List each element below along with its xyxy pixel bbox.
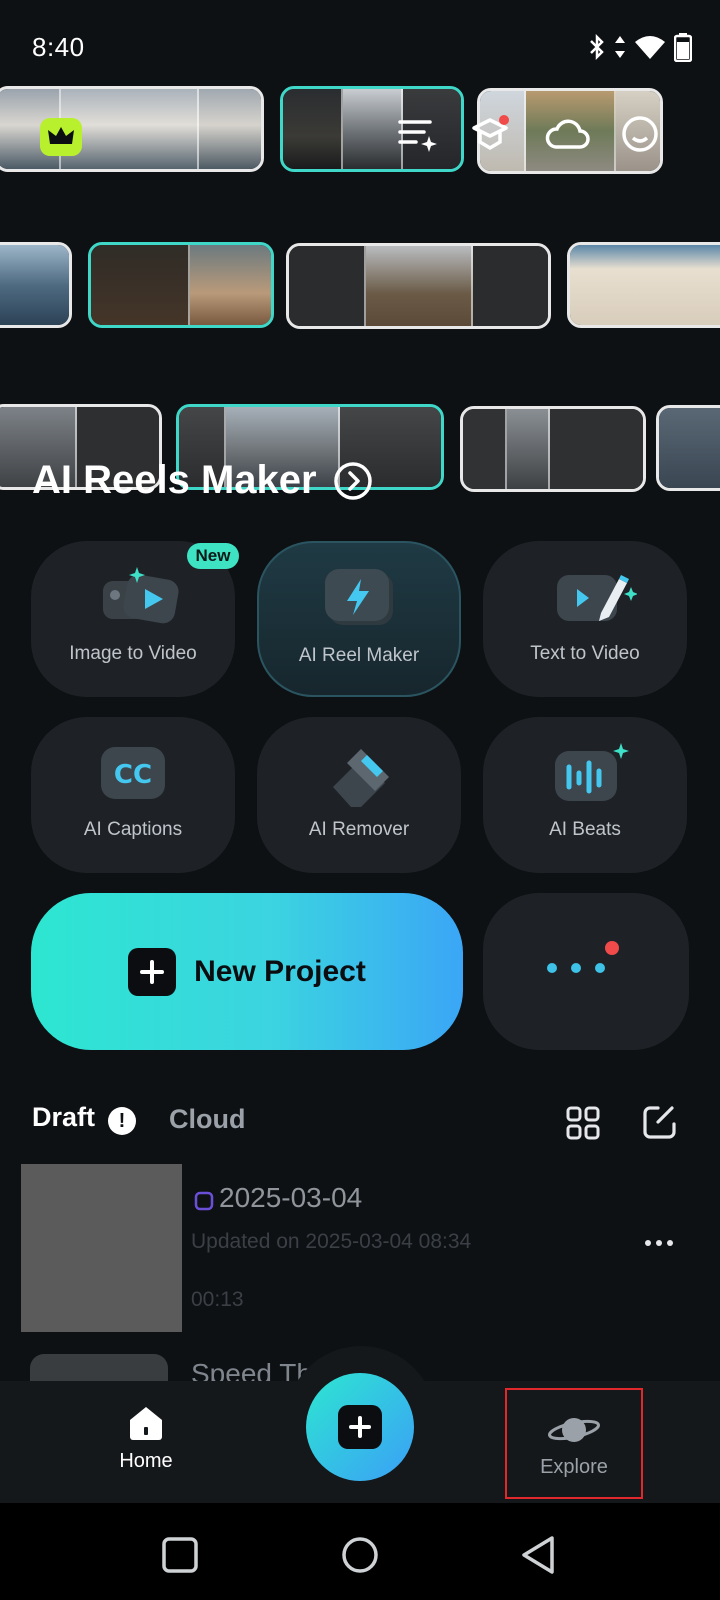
ai-tag-icon [194,1191,214,1211]
nav-explore[interactable]: Explore [505,1388,643,1499]
draft-thumbnail [30,1354,168,1384]
new-badge: New [187,543,239,569]
section-header[interactable]: AI Reels Maker [32,458,373,503]
back-icon[interactable] [520,1535,556,1575]
home-icon [130,1407,162,1440]
nav-home-label: Home [119,1450,173,1472]
tool-label: AI Remover [308,819,410,840]
captions-icon: CC [97,743,169,807]
tool-text-to-video[interactable]: Text to Video [483,541,687,697]
tab-draft[interactable]: Draft [32,1102,95,1133]
template-strip[interactable] [567,242,720,328]
template-strip[interactable] [0,242,72,328]
draft-updated: Updated on 2025-03-04 08:34 [191,1230,472,1253]
grid-view-icon[interactable] [566,1106,600,1140]
crown-badge [40,118,82,156]
chevron-right-circle-icon[interactable] [333,461,373,501]
tutorial-icon[interactable] [470,112,514,156]
more-options-icon[interactable] [645,1240,673,1246]
bluetooth-icon [590,33,604,61]
profile-icon[interactable] [620,114,660,154]
tool-label: AI Beats [549,819,621,840]
plus-icon [338,1405,382,1449]
tool-label: AI Reel Maker [298,645,420,666]
tool-label: Image to Video [69,643,197,664]
template-strip[interactable] [460,406,646,492]
home-circle-icon[interactable] [341,1536,379,1574]
tool-ai-reel-maker[interactable]: AI Reel Maker [257,541,461,697]
recents-icon[interactable] [162,1537,198,1573]
status-icons [588,32,692,62]
crown-icon [48,127,74,144]
tool-label: AI Captions [83,819,183,840]
status-bar: 8:40 [0,0,720,96]
new-project-button[interactable]: New Project [31,893,463,1050]
nav-home[interactable]: Home [104,1404,188,1486]
draft-item[interactable]: 2025-03-04 Updated on 2025-03-04 08:34 0… [21,1164,701,1332]
new-project-label: New Project [194,954,366,988]
planet-icon [548,1418,600,1442]
filter-sparkle-icon[interactable] [396,114,440,154]
template-strip[interactable] [88,242,274,328]
nav-add-button[interactable] [306,1373,414,1481]
system-navigation-bar [0,1503,720,1600]
tab-cloud[interactable]: Cloud [169,1104,245,1135]
text-to-video-icon [549,567,638,631]
warning-icon[interactable]: ! [108,1107,136,1135]
page-title: AI Reels Maker [32,458,317,502]
draft-duration: 00:13 [191,1288,244,1311]
nav-explore-label: Explore [540,1456,608,1478]
svg-text:CC: CC [114,760,152,790]
eraser-icon [323,743,395,807]
edit-icon[interactable] [642,1104,678,1140]
more-horizontal-icon [547,963,605,973]
tool-label: Text to Video [530,643,640,664]
draft-title: 2025-03-04 [219,1182,363,1213]
lightning-icon [323,569,395,633]
data-transfer-icon [615,36,625,58]
cloud-icon[interactable] [544,117,590,151]
tool-ai-captions[interactable]: CC AI Captions [31,717,235,873]
status-time: 8:40 [32,32,85,62]
battery-icon [674,33,692,62]
template-strip[interactable] [286,243,551,329]
wifi-icon [635,36,665,59]
beats-icon [549,743,629,807]
tool-ai-beats[interactable]: AI Beats [483,717,687,873]
more-tools-button[interactable] [483,893,689,1050]
tool-ai-remover[interactable]: AI Remover [257,717,461,873]
draft-thumbnail [21,1164,182,1332]
notification-dot [605,941,619,955]
template-strip[interactable] [656,405,720,491]
top-toolbar [396,112,660,156]
image-to-video-icon [97,567,179,631]
plus-icon [128,947,177,996]
